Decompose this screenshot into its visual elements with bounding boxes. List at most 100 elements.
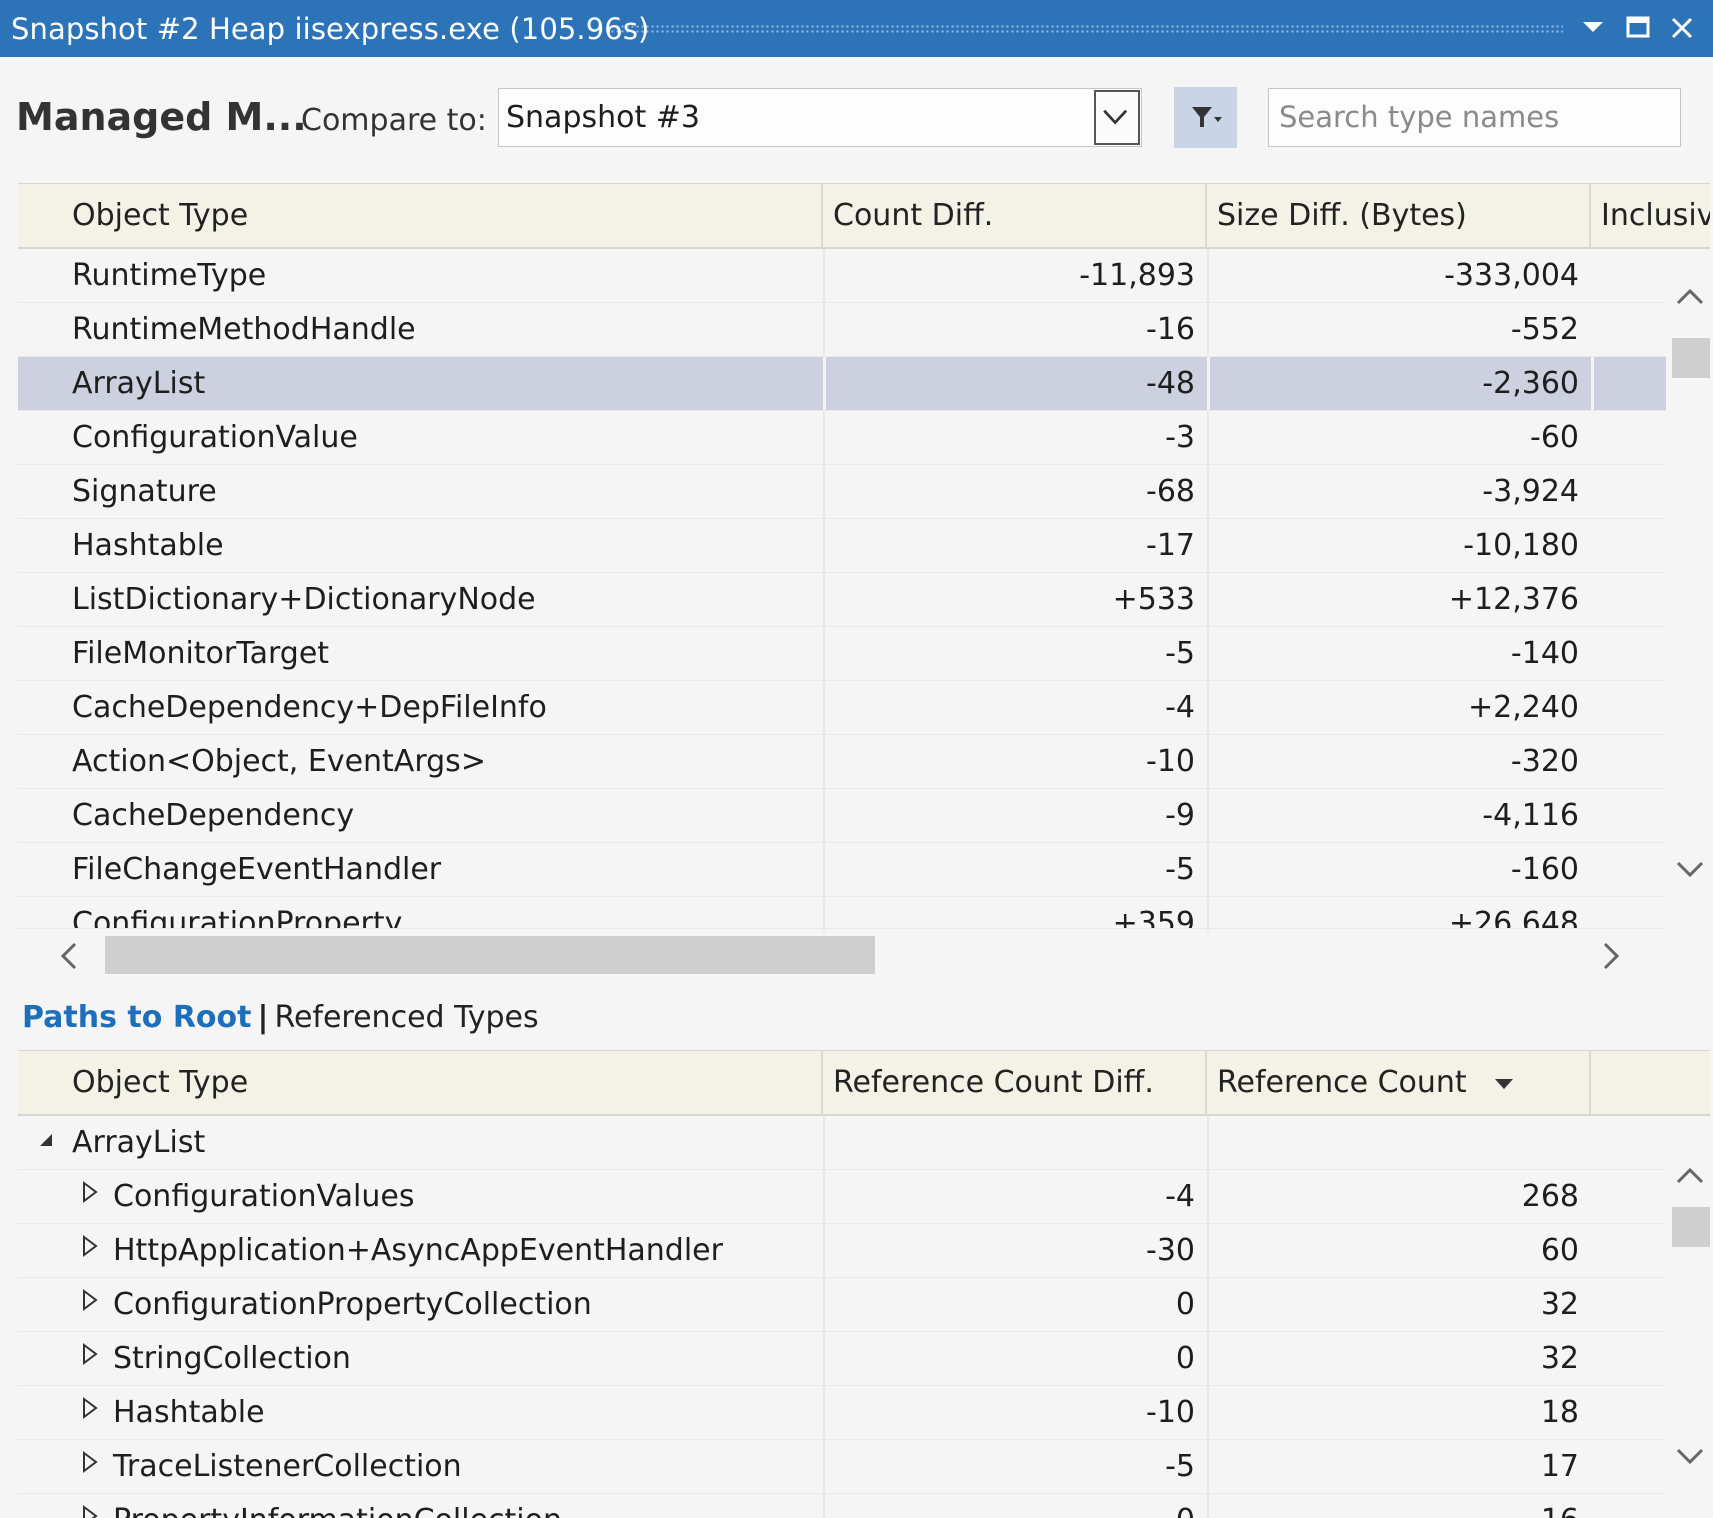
cell-size-diff: -10,180 xyxy=(1463,528,1579,563)
col-size-diff[interactable]: Size Diff. (Bytes) xyxy=(1207,184,1591,248)
cell-object-type: HttpApplication+AsyncAppEventHandler xyxy=(113,1233,723,1268)
cell-reference-count: 60 xyxy=(1540,1233,1579,1268)
maximize-icon[interactable] xyxy=(1620,10,1656,46)
cell-count-diff: -5 xyxy=(1165,852,1195,887)
col-reference-count-diff[interactable]: Reference Count Diff. xyxy=(823,1051,1207,1115)
cell-reference-count: 32 xyxy=(1540,1287,1579,1322)
table-row[interactable]: FileChangeEventHandler -5 -160 xyxy=(18,843,1666,897)
table-row[interactable]: Signature -68 -3,924 xyxy=(18,465,1666,519)
cell-object-type: ConfigurationProperty xyxy=(72,906,403,929)
cell-count-diff: -5 xyxy=(1165,636,1195,671)
vertical-scrollbar[interactable] xyxy=(1668,283,1710,933)
cell-count-diff: -10 xyxy=(1146,744,1195,779)
compare-value: Snapshot #3 xyxy=(506,100,701,135)
scroll-thumb[interactable] xyxy=(1672,1207,1710,1247)
title-grip xyxy=(605,24,1563,34)
scroll-left-icon[interactable] xyxy=(55,936,85,976)
cell-size-diff: +12,376 xyxy=(1448,582,1579,617)
object-type-grid: Object Type Count Diff. Size Diff. (Byte… xyxy=(18,183,1710,933)
tab-paths-to-root[interactable]: Paths to Root xyxy=(22,1000,251,1035)
paths-to-root-grid: Object Type Reference Count Diff. Refere… xyxy=(18,1050,1710,1518)
scroll-down-icon[interactable] xyxy=(1670,1440,1710,1470)
search-input[interactable] xyxy=(1269,89,1669,144)
cell-count-diff: +359 xyxy=(1112,906,1195,929)
col-inclusive[interactable]: Inclusiv xyxy=(1591,184,1710,248)
scroll-up-icon[interactable] xyxy=(1670,283,1710,313)
cell-size-diff: -333,004 xyxy=(1444,258,1579,293)
table-row[interactable]: ConfigurationValue -3 -60 xyxy=(18,411,1666,465)
tab-referenced-types[interactable]: Referenced Types xyxy=(274,1000,538,1035)
horizontal-scrollbar[interactable] xyxy=(55,928,1645,978)
compare-label: Compare to: xyxy=(301,103,487,138)
tree-rows: ArrayList ConfigurationValues -4 268 Htt… xyxy=(18,1116,1666,1518)
table-row[interactable]: CacheDependency+DepFileInfo -4 +2,240 xyxy=(18,681,1666,735)
cell-count-diff: -68 xyxy=(1146,474,1195,509)
cell-reference-count: 17 xyxy=(1540,1449,1579,1484)
tree-row[interactable]: Hashtable -10 18 xyxy=(18,1386,1666,1440)
table-row[interactable]: ListDictionary+DictionaryNode +533 +12,3… xyxy=(18,573,1666,627)
tree-row[interactable]: ConfigurationValues -4 268 xyxy=(18,1170,1666,1224)
cell-reference-count: 16 xyxy=(1207,1494,1591,1518)
tab-separator: | xyxy=(257,1000,269,1035)
scroll-right-icon[interactable] xyxy=(1595,936,1625,976)
scroll-up-icon[interactable] xyxy=(1670,1162,1710,1192)
cell-size-diff: -552 xyxy=(1510,312,1579,347)
table-row[interactable]: FileMonitorTarget -5 -140 xyxy=(18,627,1666,681)
col-count-diff[interactable]: Count Diff. xyxy=(823,184,1207,248)
cell-count-diff: +533 xyxy=(1112,582,1195,617)
table-row[interactable]: Hashtable -17 -10,180 xyxy=(18,519,1666,573)
sort-desc-icon xyxy=(1495,1078,1514,1089)
cell-object-type: ConfigurationValues xyxy=(113,1179,415,1214)
cell-object-type: RuntimeMethodHandle xyxy=(72,312,416,347)
grid-header: Object Type Reference Count Diff. Refere… xyxy=(18,1050,1710,1116)
cell-reference-count-diff: 0 xyxy=(1175,1287,1195,1322)
cell-object-type: TraceListenerCollection xyxy=(113,1449,462,1484)
scroll-thumb[interactable] xyxy=(1672,338,1710,378)
cell-reference-count-diff: -5 xyxy=(1165,1449,1195,1484)
col-object-type[interactable]: Object Type xyxy=(18,184,823,248)
col-reference-count[interactable]: Reference Count xyxy=(1207,1051,1591,1115)
tree-row[interactable]: HttpApplication+AsyncAppEventHandler -30… xyxy=(18,1224,1666,1278)
cell-object-type: ConfigurationValue xyxy=(72,420,358,455)
cell-reference-count: 18 xyxy=(1540,1395,1579,1430)
table-row[interactable]: RuntimeMethodHandle -16 -552 xyxy=(18,303,1666,357)
tree-row[interactable]: StringCollection 0 32 xyxy=(18,1332,1666,1386)
vertical-scrollbar[interactable] xyxy=(1668,1150,1710,1510)
cell-size-diff: -4,116 xyxy=(1482,798,1579,833)
tree-row[interactable]: TraceListenerCollection -5 17 xyxy=(18,1440,1666,1494)
table-row-selected[interactable]: ArrayList -48 -2,360 xyxy=(18,357,1666,411)
grid-header: Object Type Count Diff. Size Diff. (Byte… xyxy=(18,183,1710,249)
filter-button[interactable] xyxy=(1174,87,1237,148)
cell-size-diff: -320 xyxy=(1510,744,1579,779)
cell-count-diff: -11,893 xyxy=(1079,258,1195,293)
cell-object-type: FileChangeEventHandler xyxy=(72,852,442,887)
cell-object-type: CacheDependency+DepFileInfo xyxy=(72,690,547,725)
col-reference-count-label: Reference Count xyxy=(1217,1065,1467,1100)
bottom-tabs: Paths to Root | Referenced Types xyxy=(22,1000,539,1035)
cell-object-type: Signature xyxy=(72,474,217,509)
cell-size-diff: +26,648 xyxy=(1448,906,1579,929)
filter-icon xyxy=(1192,107,1222,127)
cell-object-type: CacheDependency xyxy=(72,798,355,833)
dropdown-arrow-icon[interactable] xyxy=(1575,10,1611,46)
close-icon[interactable] xyxy=(1664,10,1700,46)
scroll-down-icon[interactable] xyxy=(1670,853,1710,883)
compare-dropdown[interactable]: Snapshot #3 xyxy=(498,88,1142,147)
cell-reference-count-diff: 0 xyxy=(1175,1341,1195,1376)
tree-row[interactable]: ConfigurationPropertyCollection 0 32 xyxy=(18,1278,1666,1332)
cell-reference-count-diff: 0 xyxy=(823,1494,1207,1518)
table-row[interactable]: ConfigurationProperty +359 +26,648 xyxy=(18,897,1666,929)
scroll-thumb[interactable] xyxy=(105,936,875,974)
cell-object-type: Hashtable xyxy=(72,528,224,563)
cell-object-type: ArrayList xyxy=(72,1125,206,1160)
table-row[interactable]: CacheDependency -9 -4,116 xyxy=(18,789,1666,843)
chevron-down-icon[interactable] xyxy=(1094,90,1140,145)
tree-row-root[interactable]: ArrayList xyxy=(18,1116,1666,1170)
table-row[interactable]: Action<Object, EventArgs> -10 -320 xyxy=(18,735,1666,789)
table-row[interactable]: RuntimeType -11,893 -333,004 xyxy=(18,249,1666,303)
tree-row[interactable]: PropertyInformationCollection 0 16 xyxy=(18,1494,1666,1518)
view-title: Managed M... xyxy=(16,95,307,139)
cell-object-type: RuntimeType xyxy=(72,258,267,293)
search-box[interactable] xyxy=(1268,88,1681,147)
col-object-type[interactable]: Object Type xyxy=(18,1051,823,1115)
